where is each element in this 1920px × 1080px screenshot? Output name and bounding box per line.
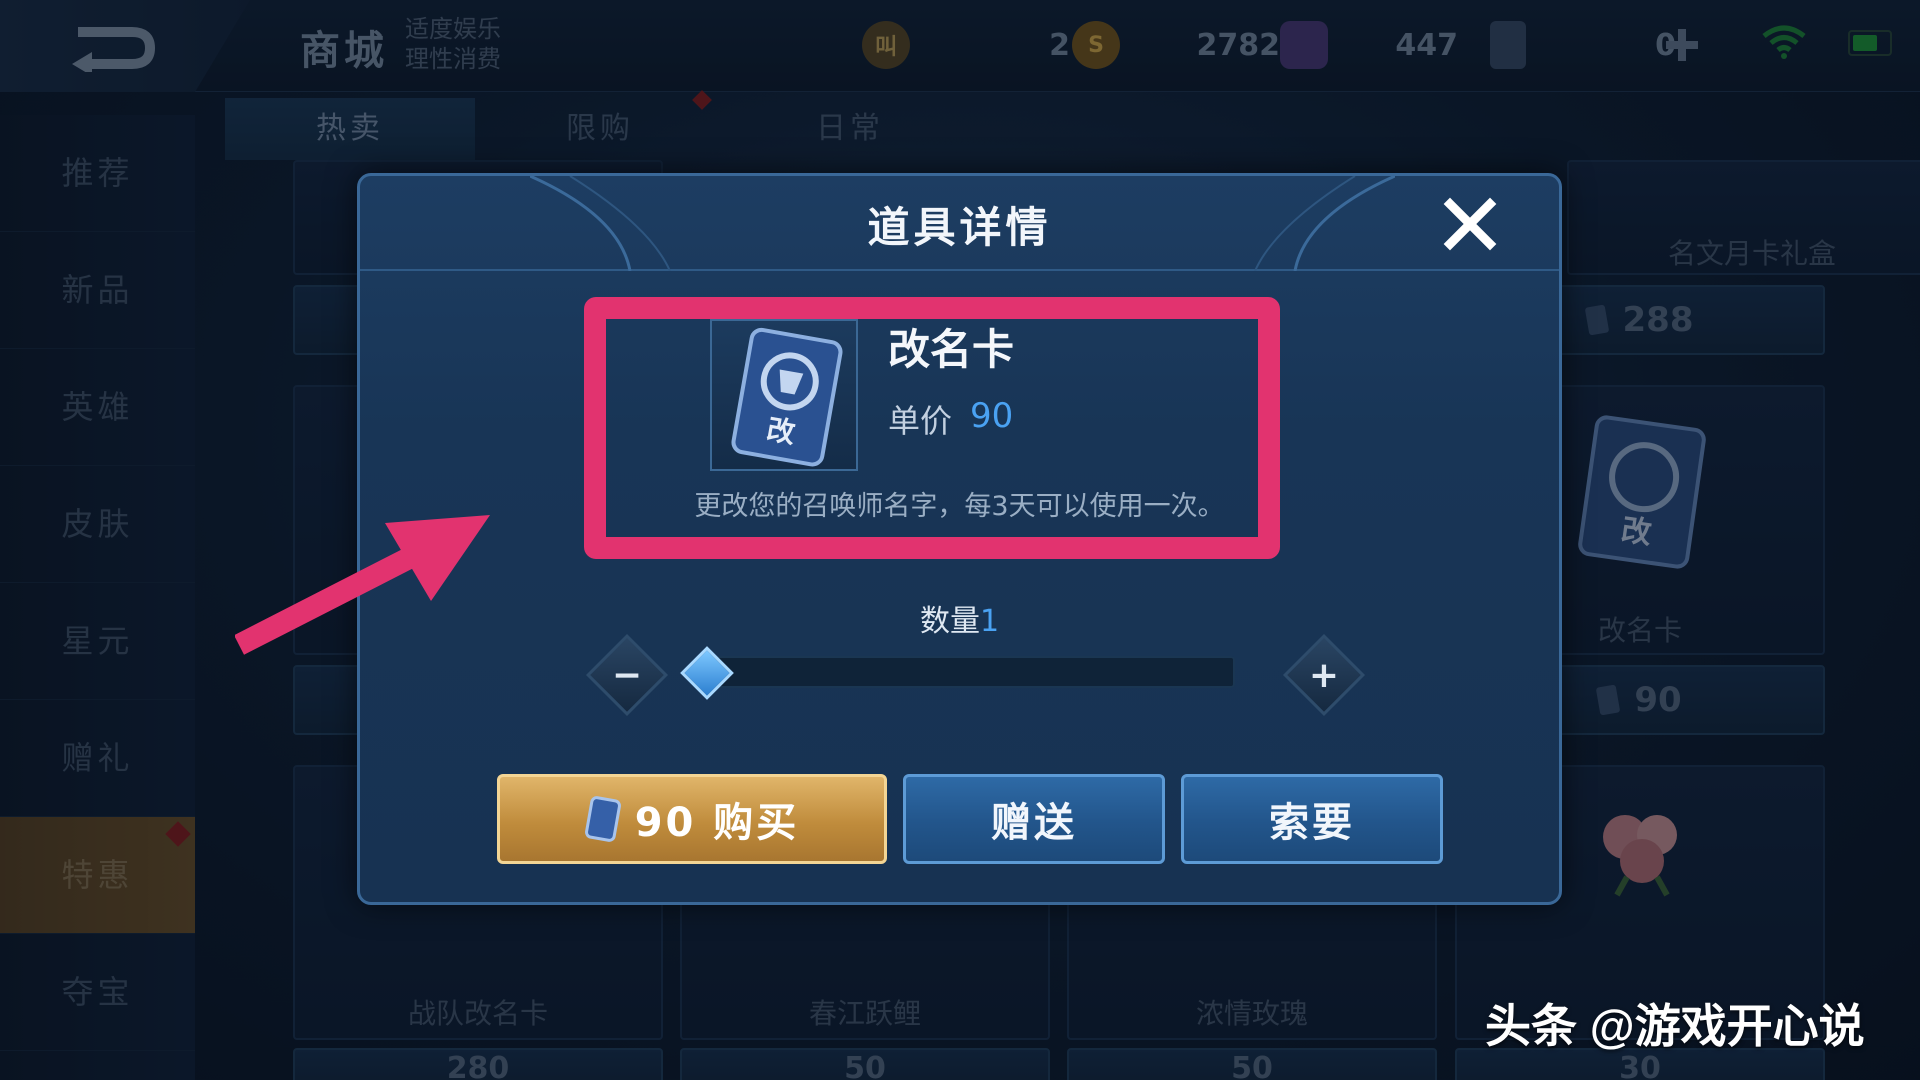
minus-icon: − [611,654,643,696]
dialog-title: 道具详情 [867,203,1052,252]
increase-quantity-button[interactable]: + [1282,633,1366,717]
buy-button[interactable]: 90 购买 [497,774,887,864]
close-icon[interactable] [1440,194,1500,254]
watermark: 头条 @游戏开心说 [1485,1000,1865,1052]
decrease-quantity-button[interactable]: − [585,633,669,717]
gift-button[interactable]: 赠送 [903,774,1165,864]
highlight-box-annotation [584,297,1280,559]
dialog-header: 道具详情 [360,176,1559,271]
quantity-slider-handle[interactable] [680,646,734,700]
request-button[interactable]: 索要 [1181,774,1443,864]
arrow-annotation-icon [235,515,490,655]
quantity-value: 1 [979,604,1000,639]
plus-icon: + [1308,654,1340,696]
quantity-label: 数量1 [919,604,1000,639]
rename-voucher-icon [584,796,621,842]
quantity-slider[interactable] [705,656,1235,688]
